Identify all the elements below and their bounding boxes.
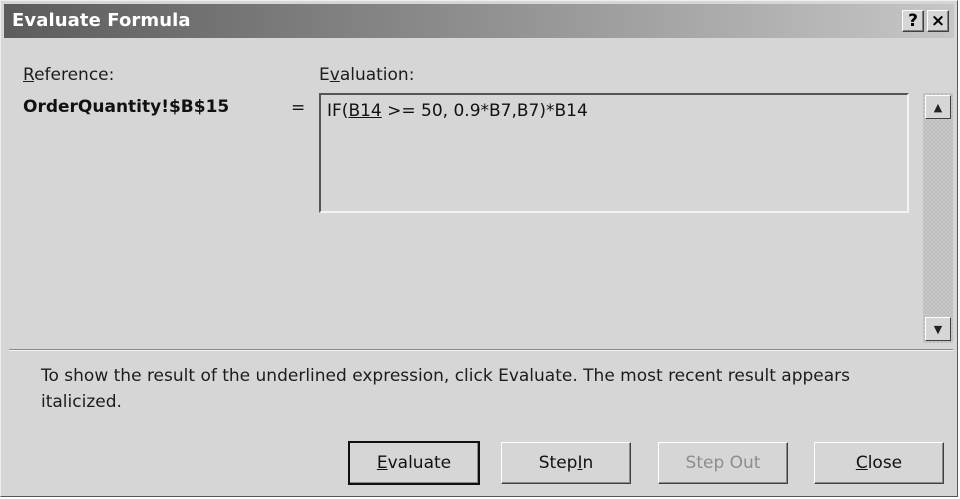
step-in-label: Step <box>538 453 578 473</box>
expression-suffix: >= 50, 0.9*B7,B7)*B14 <box>381 101 588 121</box>
step-out-button[interactable]: Step Out <box>658 442 788 484</box>
equals-sign: = <box>291 98 306 118</box>
evaluate-formula-dialog: Evaluate Formula ? × Reference: Evaluati… <box>0 0 958 497</box>
help-button[interactable]: ? <box>902 10 924 32</box>
evaluate-mnemonic: E <box>376 453 388 473</box>
vertical-scrollbar[interactable]: ▲ ▼ <box>923 93 953 343</box>
step-in-mnemonic: I <box>577 453 583 473</box>
close-icon[interactable]: × <box>927 10 949 32</box>
reference-value: OrderQuantity!$B$15 <box>23 97 230 117</box>
scroll-up-arrow-icon[interactable]: ▲ <box>925 95 951 119</box>
dialog-title: Evaluate Formula <box>12 10 191 31</box>
step-in-button[interactable]: Step In <box>501 442 631 484</box>
evaluation-pane[interactable]: IF(B14 >= 50, 0.9*B7,B7)*B14 <box>319 93 909 213</box>
close-mnemonic: C <box>855 453 868 473</box>
title-bar[interactable]: Evaluate Formula ? × <box>4 4 954 38</box>
evaluation-label: Evaluation: <box>319 65 415 85</box>
close-button[interactable]: Close <box>814 442 944 484</box>
underlined-subexpression: B14 <box>348 101 382 121</box>
evaluation-expression: IF(B14 >= 50, 0.9*B7,B7)*B14 <box>327 101 588 121</box>
reference-label: Reference: <box>23 65 115 85</box>
evaluate-label: valuate <box>387 453 452 473</box>
expression-prefix: IF( <box>327 101 349 121</box>
scroll-down-arrow-icon[interactable]: ▼ <box>925 317 951 341</box>
evaluate-button[interactable]: Evaluate <box>348 441 480 485</box>
close-label: lose <box>867 453 903 473</box>
separator <box>9 349 953 351</box>
instruction-text: To show the result of the underlined exp… <box>41 366 851 412</box>
